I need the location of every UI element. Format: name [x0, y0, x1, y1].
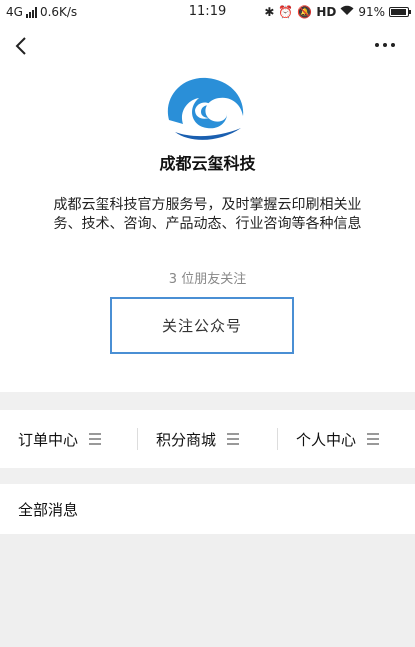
all-messages-header: 全部消息: [0, 484, 415, 534]
wifi-icon: [340, 5, 354, 19]
status-right: ✱ ⏰ 🔕 HD 91%: [264, 5, 411, 19]
official-account-page: 4G 0.6K/s 11:19 ✱ ⏰ 🔕 HD 91% 成都云玺科技 成都云玺…: [0, 0, 415, 647]
hamburger-icon: [89, 433, 102, 445]
friends-following: 3 位朋友关注: [168, 272, 247, 287]
mute-icon: 🔕: [297, 5, 313, 19]
alarm-icon: ⏰: [278, 5, 294, 19]
hd-indicator: HD: [316, 5, 337, 19]
account-name: 成都云玺科技: [159, 154, 256, 173]
menu-divider: [137, 428, 138, 450]
menu-item-label: 订单中心: [18, 430, 79, 449]
nav-bar: [0, 26, 415, 68]
account-description: 成都云玺科技官方服务号，及时掌握云印刷相关业务、技术、咨询、产品动态、行业咨询等…: [53, 197, 362, 232]
back-arrow-icon[interactable]: [14, 36, 30, 56]
section-separator: [0, 392, 415, 410]
menu-item-profile[interactable]: 个人中心: [296, 410, 380, 468]
battery-icon: [389, 7, 411, 17]
menu-item-label: 积分商城: [156, 430, 217, 449]
all-messages-label: 全部消息: [18, 501, 79, 519]
bluetooth-icon: ✱: [264, 5, 275, 19]
menu-item-orders[interactable]: 订单中心: [18, 410, 102, 468]
more-dots-icon[interactable]: [375, 43, 395, 47]
battery-level: 91%: [358, 5, 385, 19]
menu-item-label: 个人中心: [296, 430, 357, 449]
menu-item-points-mall[interactable]: 积分商城: [156, 410, 240, 468]
account-logo-icon: [167, 77, 244, 140]
hamburger-icon: [227, 433, 240, 445]
menu-divider: [277, 428, 278, 450]
hamburger-icon: [367, 433, 380, 445]
section-separator: [0, 468, 415, 484]
follow-button[interactable]: 关注公众号: [110, 297, 294, 354]
messages-list-area: [0, 534, 415, 647]
account-menu: 订单中心 积分商城 个人中心: [0, 410, 415, 468]
status-bar: 4G 0.6K/s 11:19 ✱ ⏰ 🔕 HD 91%: [0, 0, 415, 26]
